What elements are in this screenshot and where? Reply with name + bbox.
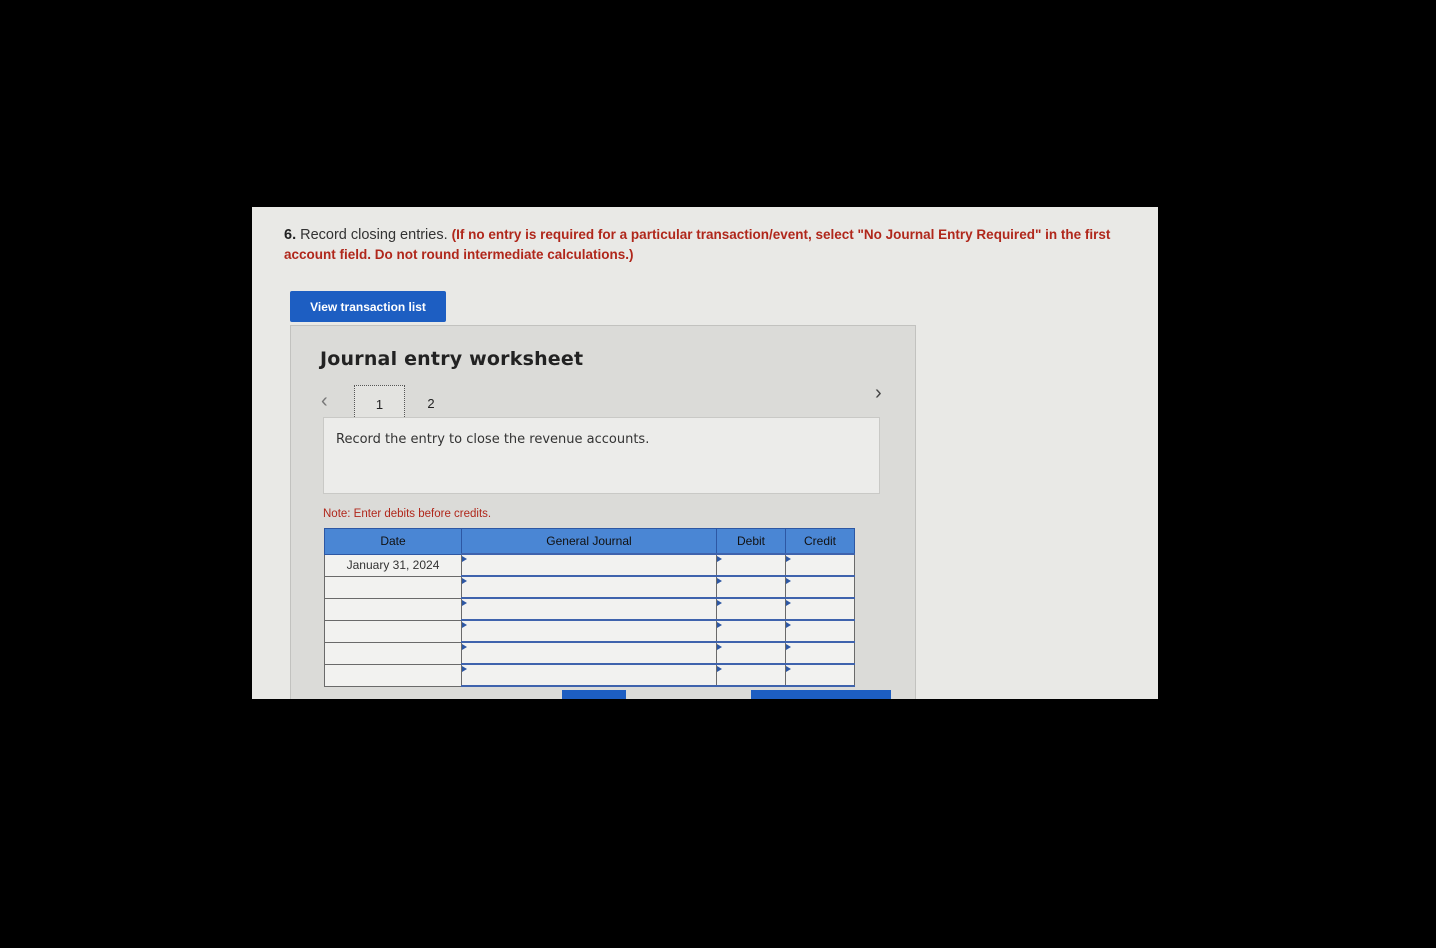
credit-cell[interactable] — [785, 641, 855, 665]
debit-cell[interactable] — [716, 597, 786, 621]
table-row — [324, 641, 855, 665]
table-row — [324, 597, 855, 621]
date-cell — [324, 641, 462, 665]
entry-prompt-text: Record the entry to close the revenue ac… — [336, 432, 650, 447]
debit-cell[interactable] — [716, 663, 786, 687]
caret-right-icon — [462, 644, 467, 650]
chevron-right-icon[interactable]: › — [875, 382, 882, 405]
caret-right-icon — [786, 644, 791, 650]
account-cell[interactable] — [461, 641, 717, 665]
view-transaction-list-button[interactable]: View transaction list — [290, 291, 446, 322]
caret-right-icon — [717, 578, 722, 584]
caret-right-icon — [786, 578, 791, 584]
caret-right-icon — [717, 600, 722, 606]
entry-prompt-box: Record the entry to close the revenue ac… — [323, 417, 880, 494]
caret-right-icon — [462, 600, 467, 606]
caret-right-icon — [786, 600, 791, 606]
table-row — [324, 663, 855, 687]
credit-cell[interactable] — [785, 597, 855, 621]
caret-right-icon — [462, 556, 467, 562]
caret-right-icon — [786, 556, 791, 562]
account-cell[interactable] — [461, 663, 717, 687]
caret-right-icon — [786, 622, 791, 628]
table-row: January 31, 2024 — [324, 553, 855, 577]
account-cell[interactable] — [461, 575, 717, 599]
caret-right-icon — [717, 666, 722, 672]
account-cell[interactable] — [461, 619, 717, 643]
worksheet-title: Journal entry worksheet — [320, 348, 584, 370]
credit-cell[interactable] — [785, 663, 855, 687]
header-credit: Credit — [785, 528, 855, 555]
table-row — [324, 619, 855, 643]
date-cell: January 31, 2024 — [324, 553, 462, 577]
question-prompt: Record closing entries. — [300, 227, 448, 243]
date-cell — [324, 575, 462, 599]
header-general-journal: General Journal — [461, 528, 717, 555]
credit-cell[interactable] — [785, 619, 855, 643]
journal-table: Date General Journal Debit Credit Januar… — [324, 528, 855, 687]
header-date: Date — [324, 528, 462, 555]
record-entry-button[interactable] — [562, 690, 626, 699]
date-cell — [324, 663, 462, 687]
caret-right-icon — [786, 666, 791, 672]
debit-cell[interactable] — [716, 619, 786, 643]
journal-entry-worksheet: Journal entry worksheet ‹ 1 2 › Record t… — [290, 325, 916, 699]
debit-cell[interactable] — [716, 575, 786, 599]
debit-cell[interactable] — [716, 641, 786, 665]
chevron-left-icon[interactable]: ‹ — [321, 390, 328, 413]
caret-right-icon — [717, 622, 722, 628]
debit-cell[interactable] — [716, 553, 786, 577]
question-number: 6. — [284, 227, 297, 243]
view-general-journal-button[interactable] — [751, 690, 891, 699]
question-text: 6. Record closing entries. (If no entry … — [284, 225, 1150, 265]
caret-right-icon — [462, 666, 467, 672]
account-cell[interactable] — [461, 597, 717, 621]
table-row — [324, 575, 855, 599]
screen: 6. Record closing entries. (If no entry … — [252, 207, 1158, 699]
debit-credit-note: Note: Enter debits before credits. — [323, 508, 492, 520]
caret-right-icon — [717, 644, 722, 650]
caret-right-icon — [462, 578, 467, 584]
caret-right-icon — [462, 622, 467, 628]
header-debit: Debit — [716, 528, 786, 555]
date-cell — [324, 597, 462, 621]
caret-right-icon — [717, 556, 722, 562]
date-cell — [324, 619, 462, 643]
credit-cell[interactable] — [785, 553, 855, 577]
account-cell[interactable] — [461, 553, 717, 577]
credit-cell[interactable] — [785, 575, 855, 599]
